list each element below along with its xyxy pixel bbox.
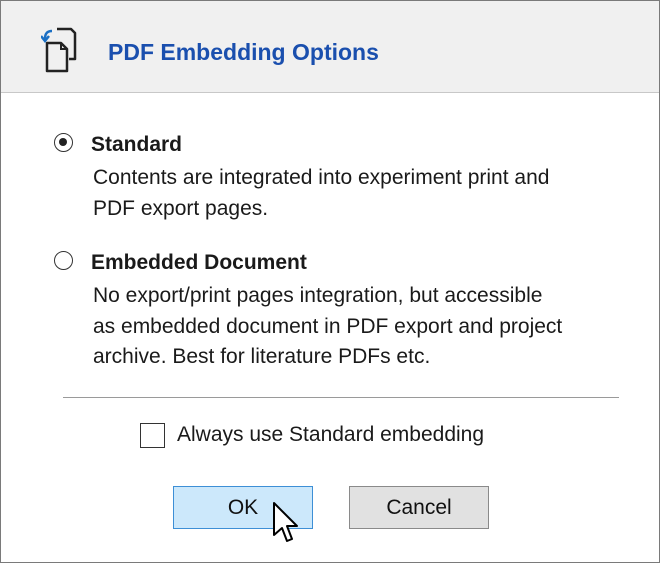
cancel-button[interactable]: Cancel — [349, 486, 489, 529]
divider — [63, 397, 619, 398]
dialog-header: PDF Embedding Options — [1, 1, 659, 93]
radio-standard[interactable] — [54, 133, 73, 152]
mouse-cursor-icon — [273, 502, 298, 542]
pdf-embedding-dialog: PDF Embedding Options Standard Contents … — [0, 0, 660, 563]
description-line: as embedded document in PDF export and p… — [93, 314, 563, 338]
dialog-title: PDF Embedding Options — [108, 39, 379, 65]
pdf-embed-icon — [41, 27, 77, 73]
option-embedded-label[interactable]: Embedded Document — [91, 249, 307, 277]
radio-embedded-document[interactable] — [54, 251, 73, 270]
option-standard-label[interactable]: Standard — [91, 131, 182, 159]
always-standard-label[interactable]: Always use Standard embedding — [177, 421, 484, 449]
description-line: archive. Best for literature PDFs etc. — [93, 345, 431, 368]
always-standard-checkbox[interactable] — [140, 423, 165, 448]
description-line: No export/print pages integration, but a… — [93, 284, 543, 307]
description-line: Contents are integrated into experiment … — [93, 166, 550, 189]
description-line: PDF export pages. — [93, 196, 269, 220]
option-standard-description: Contents are integrated into experiment … — [93, 163, 653, 224]
option-embedded-description: No export/print pages integration, but a… — [93, 281, 653, 373]
radio-selected-dot — [59, 138, 67, 146]
